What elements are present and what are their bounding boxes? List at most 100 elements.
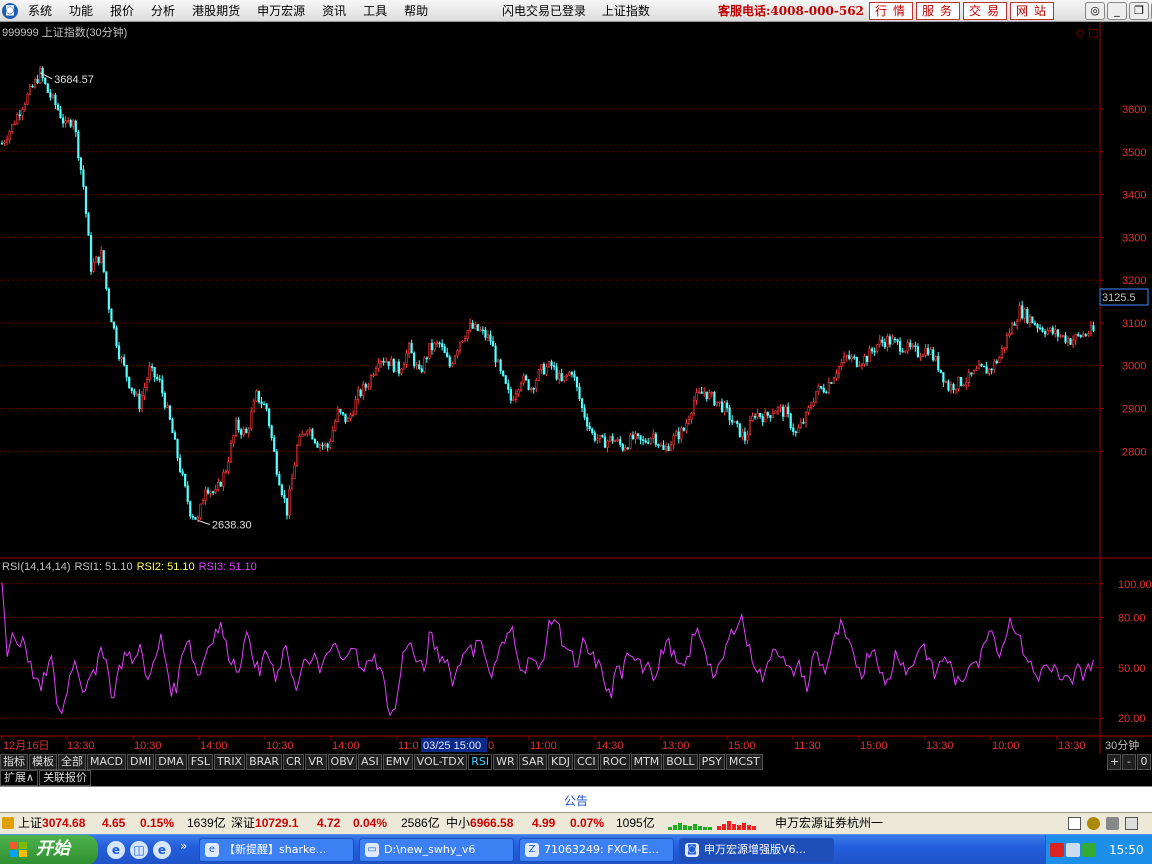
tab-fsl[interactable]: FSL xyxy=(187,754,213,770)
tab-emv[interactable]: EMV xyxy=(382,754,413,770)
tab-cr[interactable]: CR xyxy=(283,754,305,770)
menu-tools[interactable]: 工具 xyxy=(357,3,393,19)
layout-icon[interactable] xyxy=(1068,817,1081,830)
menu-system[interactable]: 系统 xyxy=(22,3,58,19)
candle-body xyxy=(351,414,355,416)
candle-body xyxy=(682,427,685,431)
quicklaunch-chevron-icon[interactable]: » xyxy=(180,839,187,853)
tab-psy[interactable]: PSY xyxy=(698,754,725,770)
candle-body xyxy=(982,365,986,368)
tab-expand[interactable]: 扩展∧ xyxy=(0,770,39,786)
candle-body xyxy=(21,108,24,116)
candle-body xyxy=(771,413,774,418)
candle-body xyxy=(636,433,640,436)
candle-body xyxy=(530,388,533,390)
tab-roc[interactable]: ROC xyxy=(599,754,630,770)
candle-body xyxy=(67,120,70,122)
browser-icon[interactable]: e xyxy=(153,841,171,859)
app-logo-icon[interactable]: ◙ xyxy=(2,3,18,19)
rsi-ticks: 20.00 50.00 80.00 100.00 xyxy=(1100,579,1152,725)
tab-cci[interactable]: CCI xyxy=(573,754,599,770)
tab-rsi[interactable]: RSI xyxy=(468,754,493,770)
signal-icon[interactable] xyxy=(1087,817,1100,830)
zx-index[interactable]: 中小6966.58 xyxy=(446,813,513,834)
website-button[interactable]: 网站 xyxy=(1010,2,1054,20)
candle-body xyxy=(1023,308,1026,319)
tab-trix[interactable]: TRIX xyxy=(213,754,246,770)
panel-maximize-icon[interactable]: ▢ xyxy=(1088,27,1098,39)
candle-body xyxy=(1013,323,1016,326)
tab-macd[interactable]: MACD xyxy=(87,754,126,770)
tab-all[interactable]: 全部 xyxy=(58,754,86,770)
menu-quote[interactable]: 报价 xyxy=(104,3,140,19)
desktop-icon[interactable]: ◫ xyxy=(130,841,148,859)
target-icon[interactable]: ◎ xyxy=(1085,2,1105,20)
candle-body xyxy=(23,103,26,110)
alert-icon[interactable] xyxy=(2,817,14,829)
candle-body xyxy=(797,427,800,433)
candle-body xyxy=(395,361,398,372)
tab-boll[interactable]: BOLL xyxy=(663,754,698,770)
task-item-browser[interactable]: e 【新提醒】sharke... xyxy=(199,838,354,862)
menu-swhy[interactable]: 申万宏源 xyxy=(251,3,311,19)
tab-asi[interactable]: ASI xyxy=(357,754,382,770)
tab-brar[interactable]: BRAR xyxy=(246,754,283,770)
tab-related-quotes[interactable]: 关联报价 xyxy=(39,770,92,786)
candle-body xyxy=(1079,334,1082,338)
tab-mtm[interactable]: MTM xyxy=(630,754,663,770)
candle-body xyxy=(255,390,258,402)
menu-analysis[interactable]: 分析 xyxy=(145,3,181,19)
clock[interactable]: 15:50 xyxy=(1109,835,1144,864)
menu-help[interactable]: 帮助 xyxy=(398,3,434,19)
candle-body xyxy=(898,341,902,352)
candle-body xyxy=(318,444,322,448)
sz-index[interactable]: 深证10729.1 xyxy=(231,813,298,834)
minimize-button[interactable]: _ xyxy=(1107,2,1127,20)
menu-info[interactable]: 资讯 xyxy=(316,3,352,19)
candle-body xyxy=(1069,338,1072,345)
start-button[interactable]: 开始 xyxy=(0,835,98,864)
tab-sar[interactable]: SAR xyxy=(518,754,548,770)
tab-template[interactable]: 模板 xyxy=(29,754,57,770)
reset-button[interactable]: 0 xyxy=(1137,754,1151,770)
tab-vr[interactable]: VR xyxy=(305,754,327,770)
network-icon[interactable] xyxy=(1066,843,1080,857)
candle-body xyxy=(201,500,205,505)
price-tick-label: 3300 xyxy=(1122,232,1146,244)
tab-obv[interactable]: OBV xyxy=(327,754,357,770)
chart-area[interactable]: 999999 上证指数(30分钟) ◇ ▢ 2800 2900 3000 3100 32… xyxy=(0,22,1152,754)
tab-kdj[interactable]: KDJ xyxy=(548,754,573,770)
security-icon[interactable] xyxy=(1082,843,1096,857)
trade-button[interactable]: 交易 xyxy=(963,2,1007,20)
candle-body xyxy=(952,384,955,390)
tab-wr[interactable]: WR xyxy=(493,754,518,770)
tab-dma[interactable]: DMA xyxy=(155,754,187,770)
zoom-out-button[interactable]: - xyxy=(1122,754,1136,770)
notice-bar[interactable]: 公告 xyxy=(0,786,1152,812)
panel-toggle-icon[interactable]: ◇ xyxy=(1076,27,1085,39)
tab-mcst[interactable]: MCST xyxy=(725,754,763,770)
period-label[interactable]: 30分钟 xyxy=(1105,738,1139,752)
candle-body xyxy=(163,392,166,408)
service-button[interactable]: 服务 xyxy=(916,2,960,20)
market-button[interactable]: 行情 xyxy=(869,2,913,20)
candle-body xyxy=(891,338,894,345)
sh-index[interactable]: 上证3074.68 xyxy=(18,813,85,834)
zoom-in-button[interactable]: + xyxy=(1107,754,1121,770)
candle-body xyxy=(135,393,138,396)
tab-dmi[interactable]: DMI xyxy=(126,754,155,770)
tab-vol-tdx[interactable]: VOL-TDX xyxy=(413,754,468,770)
menu-hk-futures[interactable]: 港股期货 xyxy=(186,3,246,19)
task-item-folder[interactable]: ▭ D:\new_swhy_v6 xyxy=(359,838,514,862)
candle-body xyxy=(932,349,935,361)
tab-indicator[interactable]: 指标 xyxy=(0,754,28,770)
red-cross-icon[interactable] xyxy=(1050,843,1064,857)
task-item-swhy[interactable]: ◙ 申万宏源增强版V6... xyxy=(679,838,834,862)
menu-function[interactable]: 功能 xyxy=(63,3,99,19)
top-buttons: 行情 服务 交易 网站 xyxy=(869,2,1057,20)
list-icon[interactable] xyxy=(1125,817,1138,830)
restore-button[interactable]: ❐ xyxy=(1129,2,1149,20)
ie-icon[interactable]: e xyxy=(107,841,125,859)
task-item-fxcm[interactable]: Z 71063249: FXCM-E... xyxy=(519,838,674,862)
lock-icon[interactable] xyxy=(1106,817,1119,830)
